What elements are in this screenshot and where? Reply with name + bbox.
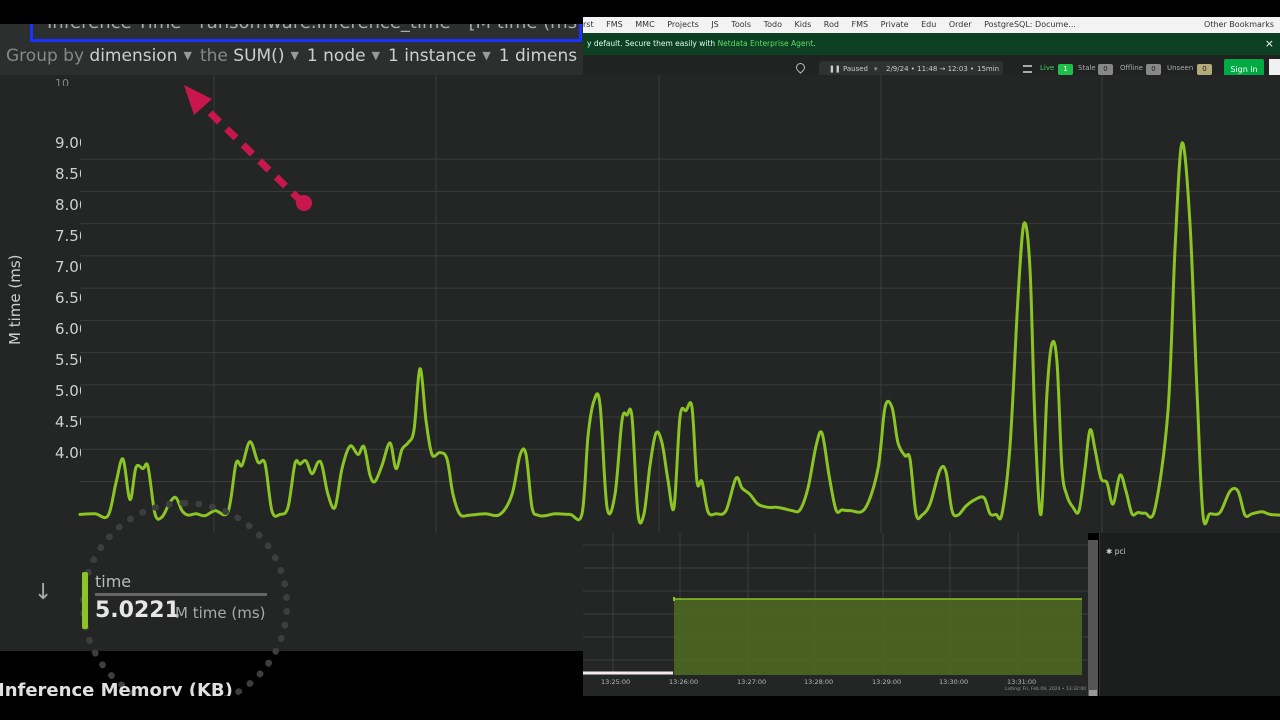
- bookmark-item[interactable]: JS: [711, 17, 718, 33]
- overview-time-tick: 13:27:00: [737, 678, 767, 686]
- stale-count-badge[interactable]: 0: [1098, 64, 1113, 75]
- overview-time-tick: 13:28:00: [804, 678, 834, 686]
- y-tick-label: 6.50: [55, 289, 81, 307]
- overview-time-tick: 13:25:00: [601, 678, 631, 686]
- banner-text: y default. Secure them easily with: [587, 39, 718, 48]
- overview-time-tick: 13:26:00: [669, 678, 699, 686]
- bookmark-item[interactable]: rst: [583, 17, 594, 33]
- group-by-prefix: Group by: [6, 46, 85, 66]
- enterprise-agent-banner: y default. Secure them easily with Netda…: [583, 33, 1280, 55]
- chevron-down-icon[interactable]: ▼: [290, 49, 298, 62]
- aggregation-prefix: the: [199, 46, 228, 66]
- overview-chart[interactable]: [583, 533, 1088, 696]
- y-tick-label: 4.50: [55, 413, 81, 431]
- legend-unit: M time (ms): [175, 604, 266, 622]
- location-pin-icon[interactable]: [794, 61, 807, 74]
- chart-controls: Group by dimension ▼ the SUM() ▼ 1 node ▼ 1 in…: [6, 46, 577, 66]
- offline-count-badge[interactable]: 0: [1146, 64, 1161, 75]
- bookmark-item[interactable]: Todo: [764, 17, 782, 33]
- bookmark-item[interactable]: FMS: [852, 17, 869, 33]
- bookmark-other[interactable]: Other Bookmarks: [1204, 17, 1274, 33]
- y-tick-label: 7.00: [55, 258, 81, 276]
- chart-header: Inference Time - ransomware.inference_ti…: [0, 24, 583, 75]
- bookmark-item[interactable]: Kids: [795, 17, 812, 33]
- bookmark-item[interactable]: FMS: [606, 17, 623, 33]
- unseen-label: Unseen: [1167, 64, 1194, 72]
- close-icon[interactable]: ×: [1265, 33, 1274, 55]
- bookmark-item[interactable]: Private: [881, 17, 909, 33]
- bookmarks-bar: rst FMS MMC Projects JS Tools Todo Kids …: [583, 17, 1280, 33]
- bookmark-item[interactable]: Order: [949, 17, 972, 33]
- arrow-down-icon[interactable]: ↓: [34, 580, 52, 605]
- chevron-down-icon[interactable]: ▼: [372, 49, 380, 62]
- chevron-down-icon[interactable]: ▼: [482, 49, 490, 62]
- bookmark-item[interactable]: Tools: [731, 17, 751, 33]
- video-letterbox-bottom: [0, 696, 1280, 720]
- y-tick-label: 8.50: [55, 165, 81, 183]
- legend-value: 5.0221: [95, 598, 180, 623]
- y-tick-label: 5.00: [55, 382, 81, 400]
- bookmark-item[interactable]: Rod: [824, 17, 839, 33]
- y-tick-label: 5.50: [55, 351, 81, 369]
- vertical-scrollbar[interactable]: [1088, 540, 1098, 696]
- bookmark-item[interactable]: Edu: [921, 17, 936, 33]
- y-tick-label-partial: 10: [55, 77, 69, 86]
- y-tick-label: 9.00: [55, 134, 81, 152]
- y-tick-label: 8.00: [55, 196, 81, 214]
- instances-dropdown[interactable]: 1 instance: [388, 46, 476, 66]
- overview-footer-timestamp: Listing: Fri, Feb 09, 2024 • 13:32:00: [1005, 687, 1087, 692]
- overview-time-tick: 13:31:00: [1007, 678, 1037, 686]
- overview-time-tick: 13:30:00: [939, 678, 969, 686]
- pci-item[interactable]: ✱ pci: [1106, 547, 1126, 556]
- overview-time-tick: 13:29:00: [872, 678, 902, 686]
- live-label: Live: [1040, 64, 1055, 72]
- aggregation-dropdown[interactable]: SUM(): [233, 46, 284, 66]
- inference-time-chart[interactable]: [0, 75, 1280, 533]
- series-line-time: [78, 141, 1280, 526]
- node-list-icon[interactable]: [1023, 65, 1032, 73]
- y-tick-label: 4.00: [55, 444, 81, 462]
- chevron-down-icon[interactable]: ▼: [184, 49, 192, 62]
- offline-label: Offline: [1120, 64, 1143, 72]
- bookmark-item[interactable]: PostgreSQL: Docume...: [984, 17, 1076, 33]
- banner-link[interactable]: Netdata Enterprise Agent: [718, 39, 814, 48]
- annotation-arrow-icon: [184, 85, 312, 211]
- overview-selection-area: [674, 599, 1082, 675]
- group-by-dropdown[interactable]: dimension: [89, 46, 177, 66]
- legend-dimension-name[interactable]: time: [95, 572, 131, 591]
- y-tick-label: 6.00: [55, 320, 81, 338]
- y-tick-label: 7.50: [55, 227, 81, 245]
- puzzle-icon: ✱: [1106, 547, 1113, 556]
- bookmark-item[interactable]: MMC: [635, 17, 654, 33]
- nodes-dropdown[interactable]: 1 node: [307, 46, 366, 66]
- unseen-count-badge[interactable]: 0: [1197, 64, 1212, 75]
- chart-title: Inference Time - ransomware.inference_ti…: [30, 24, 582, 42]
- live-count-badge[interactable]: 1: [1058, 64, 1073, 75]
- side-panel: [1099, 533, 1280, 696]
- legend-divider: [95, 593, 267, 596]
- bookmark-item[interactable]: Projects: [667, 17, 699, 33]
- dimensions-dropdown[interactable]: 1 dimens: [499, 46, 577, 66]
- banner-tail: .: [813, 39, 816, 48]
- legend-color-swatch: [82, 572, 88, 629]
- y-axis-title: M time (ms): [6, 254, 24, 346]
- pci-label: pci: [1114, 547, 1126, 556]
- stale-label: Stale: [1078, 64, 1096, 72]
